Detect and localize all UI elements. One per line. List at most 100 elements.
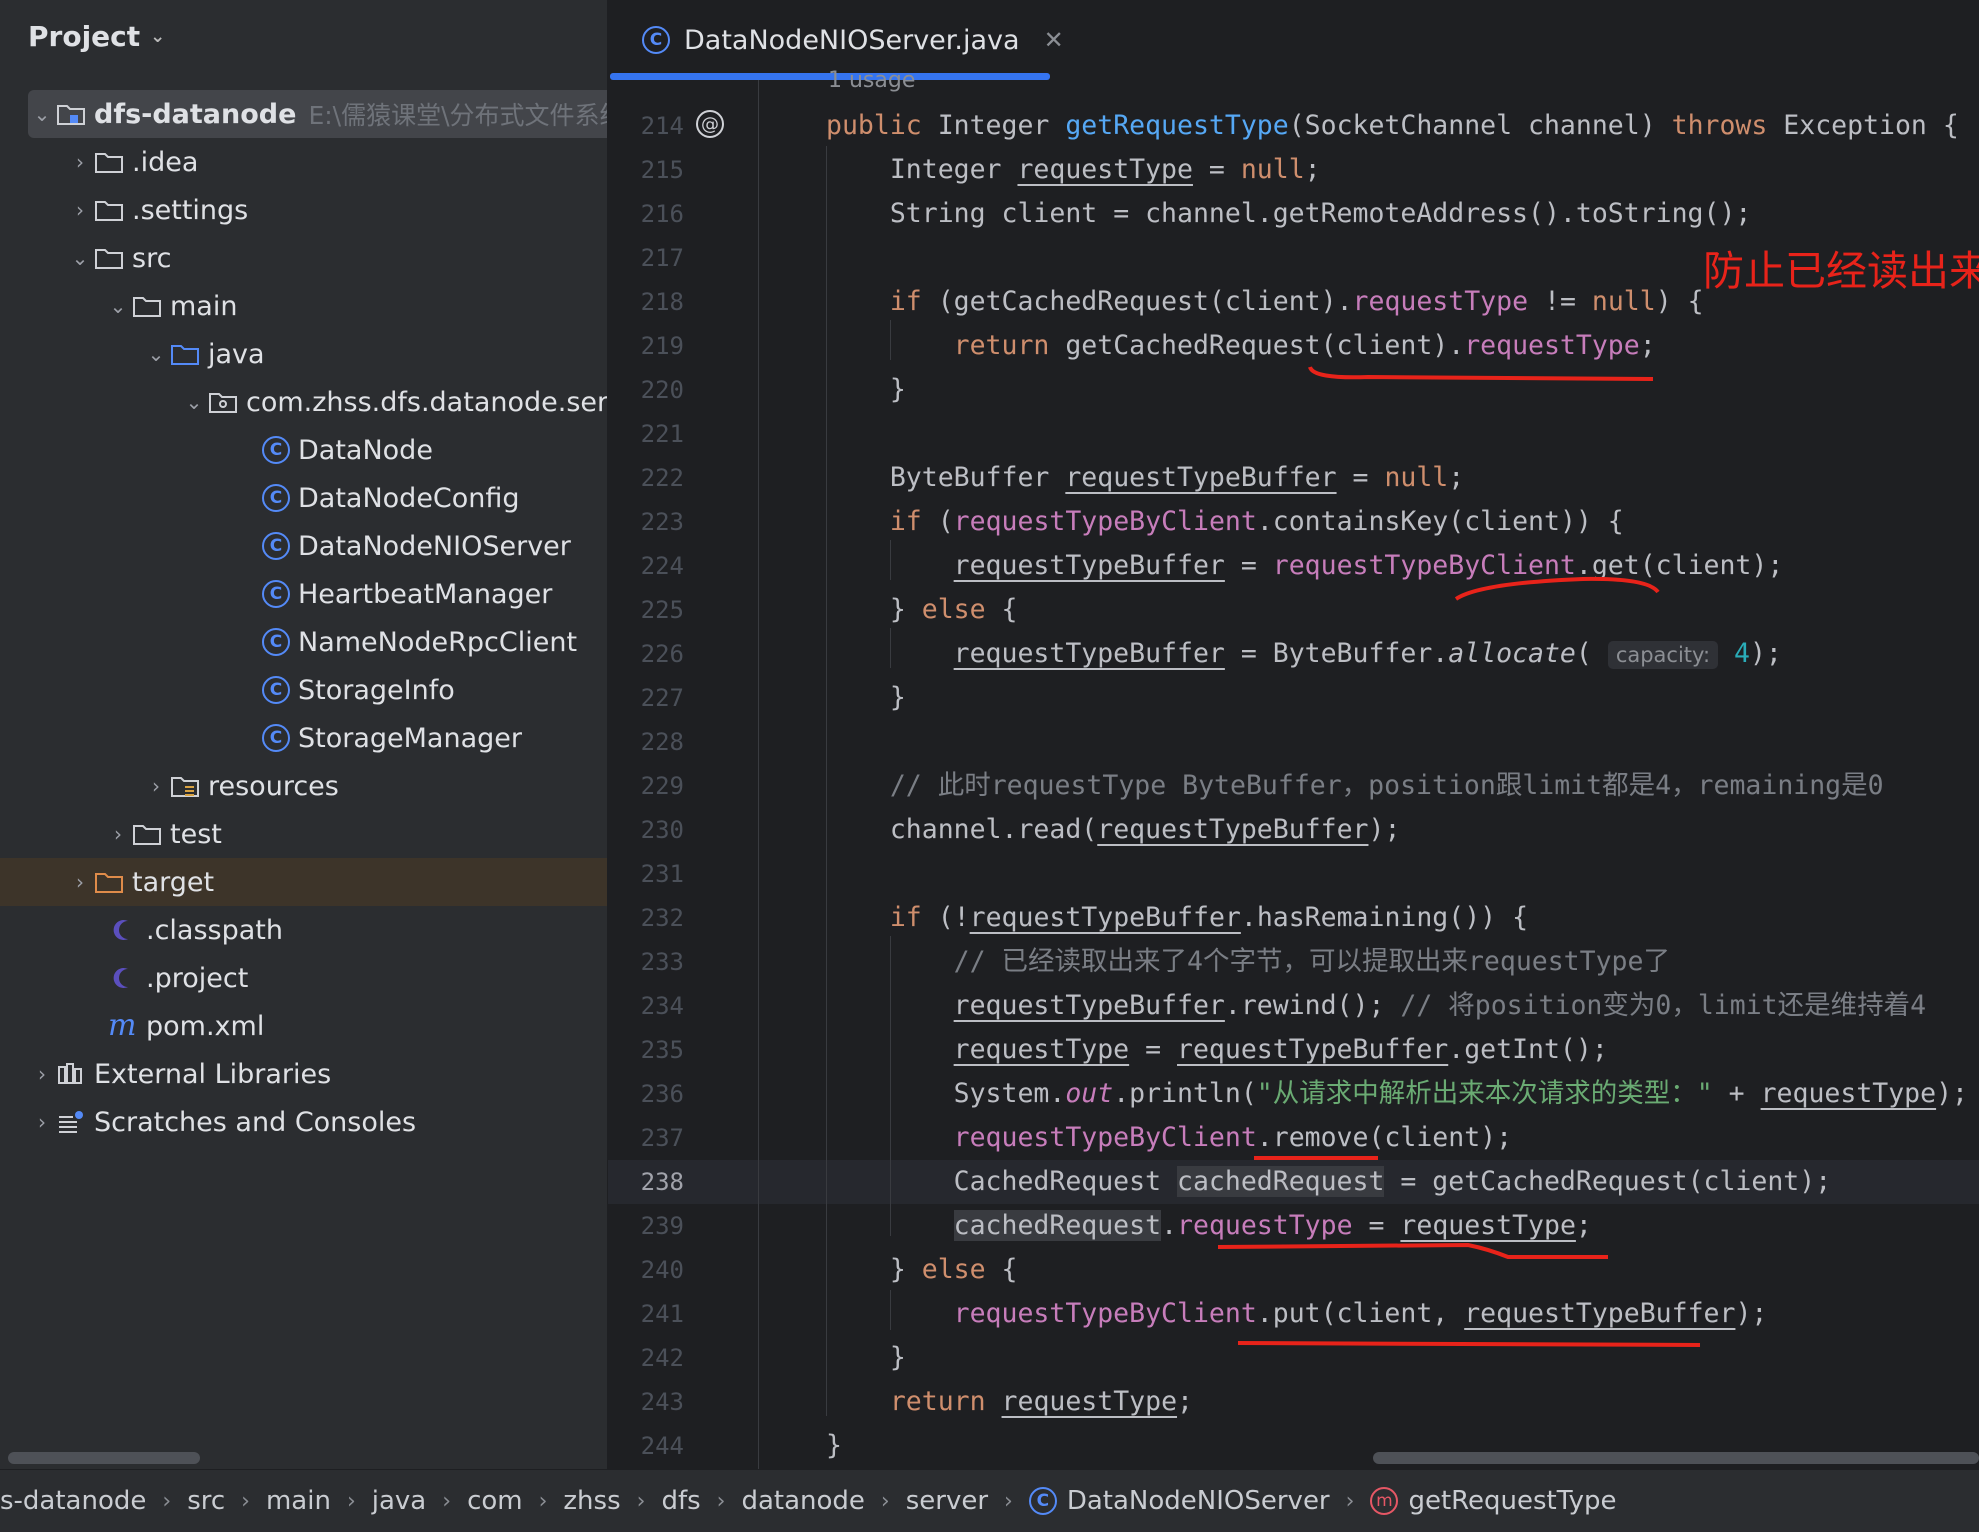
chevron-right-icon[interactable]: › [66,198,94,222]
tree-item-dfs-datanode[interactable]: ⌄ dfs-datanode E:\儒猿课堂\分布式文件系统 [28,90,607,138]
folder-icon [94,197,124,223]
scratches-icon [56,1109,86,1135]
package-icon [208,389,238,415]
tree-label: com.zhss.dfs.datanode.server [246,386,607,418]
breadcrumb-item[interactable]: com [467,1486,523,1516]
class-icon: C [262,436,290,464]
excluded-folder-icon [94,869,124,895]
class-icon: C [262,532,290,560]
module-path: E:\儒猿课堂\分布式文件系统 [308,101,607,130]
chevron-down-icon: ⌄ [150,26,166,47]
breadcrumb-item[interactable]: java [372,1486,426,1516]
chevron-right-icon[interactable]: › [66,150,94,174]
folder-icon [94,149,124,175]
chevron-right-icon[interactable]: › [66,870,94,894]
chevron-down-icon[interactable]: ⌄ [104,294,132,318]
class-icon: C [262,724,290,752]
eclipse-file-icon [108,965,138,991]
chevron-right-icon: › [636,1488,646,1514]
chevron-down-icon[interactable]: ⌄ [142,342,170,366]
horizontal-scrollbar[interactable] [1373,1452,1979,1464]
tree-item-src[interactable]: ⌄ src [0,234,607,282]
tree-label: Scratches and Consoles [94,1106,417,1138]
folder-icon [132,293,162,319]
chevron-right-icon: › [442,1488,452,1514]
breadcrumb-label: DataNodeNIOServer [1066,1486,1330,1516]
tree-item-class[interactable]: C DataNodeNIOServer [0,522,607,570]
breadcrumb-item[interactable]: dfs [661,1486,700,1516]
breadcrumb-item[interactable]: server [906,1486,988,1516]
tree-item-main[interactable]: ⌄ main [0,282,607,330]
code-editor[interactable]: C DataNodeNIOServer.java ✕ 1 usage 214 21… [608,0,1979,1469]
chevron-right-icon: › [1004,1488,1013,1514]
tree-label: StorageInfo [298,674,455,706]
tree-item-class[interactable]: C StorageInfo [0,666,607,714]
library-icon [56,1061,86,1087]
tree-item-external-libraries[interactable]: › External Libraries [0,1050,607,1098]
breadcrumb-method[interactable]: m getRequestType [1370,1486,1616,1516]
tree-label: pom.xml [146,1010,265,1042]
folder-icon [94,245,124,271]
chevron-right-icon[interactable]: › [104,822,132,846]
tree-item-project-file[interactable]: .project [0,954,607,1002]
breadcrumb-item[interactable]: s-datanode [0,1486,146,1516]
chevron-right-icon: › [716,1488,726,1514]
breadcrumb-item[interactable]: datanode [741,1486,864,1516]
folder-icon [132,821,162,847]
tree-item-java[interactable]: ⌄ java [0,330,607,378]
project-panel: Project ⌄ ⌄ dfs-datanode E:\儒猿课堂\分布式文件系统… [0,0,607,1469]
tree-label: resources [208,770,339,802]
tree-item-class[interactable]: C HeartbeatManager [0,570,607,618]
method-icon: m [1370,1487,1399,1515]
chevron-right-icon: › [241,1488,250,1514]
chevron-down-icon[interactable]: ⌄ [180,390,208,414]
chevron-down-icon[interactable]: ⌄ [28,102,56,126]
breadcrumb-item[interactable]: main [266,1486,331,1516]
class-icon: C [262,628,290,656]
eclipse-file-icon [108,917,138,943]
source-folder-icon [170,341,200,367]
chevron-right-icon: › [1345,1488,1355,1514]
tree-label: External Libraries [94,1058,332,1090]
tree-label: HeartbeatManager [298,578,553,610]
module-folder-icon [56,101,86,127]
tree-label: .classpath [146,914,283,946]
class-icon: C [1028,1487,1057,1515]
breadcrumb-item[interactable]: src [187,1486,225,1516]
tree-label: target [132,866,215,898]
chevron-right-icon: › [162,1488,172,1514]
tree-item-class[interactable]: C NameNodeRpcClient [0,618,607,666]
tree-item-scratches[interactable]: › Scratches and Consoles [0,1098,607,1146]
breadcrumb-class[interactable]: C DataNodeNIOServer [1028,1486,1330,1516]
tree-label: java [208,338,265,370]
tree-item-settings[interactable]: › .settings [0,186,607,234]
class-icon: C [262,580,290,608]
project-view-selector[interactable]: Project ⌄ [28,20,165,53]
tree-item-package[interactable]: ⌄ com.zhss.dfs.datanode.server [0,378,607,426]
tree-item-class[interactable]: C StorageManager [0,714,607,762]
tree-item-class[interactable]: C DataNode [0,426,607,474]
breadcrumb: s-datanode › src › main › java › com › z… [0,1469,1979,1532]
horizontal-scrollbar[interactable] [8,1452,200,1464]
breadcrumb-item[interactable]: zhss [563,1486,620,1516]
tree-label: src [132,242,172,274]
chevron-right-icon: › [538,1488,548,1514]
tree-item-pom[interactable]: m pom.xml [0,1002,607,1050]
chevron-right-icon: › [346,1488,356,1514]
resources-folder-icon [170,773,200,799]
chevron-down-icon[interactable]: ⌄ [66,246,94,270]
tree-label: .idea [132,146,199,178]
tree-label: NameNodeRpcClient [298,626,578,658]
tree-item-target[interactable]: › target [0,858,607,906]
tree-item-classpath[interactable]: .classpath [0,906,607,954]
tree-item-class[interactable]: C DataNodeConfig [0,474,607,522]
tree-label: dfs-datanode [94,98,297,130]
tree-item-test[interactable]: › test [0,810,607,858]
tree-item-resources[interactable]: › resources [0,762,607,810]
tree-item-idea[interactable]: › .idea [0,138,607,186]
tree-label: DataNodeNIOServer [298,530,571,562]
chevron-right-icon[interactable]: › [28,1110,56,1134]
chevron-right-icon[interactable]: › [142,774,170,798]
tree-label: .project [146,962,249,994]
chevron-right-icon[interactable]: › [28,1062,56,1086]
